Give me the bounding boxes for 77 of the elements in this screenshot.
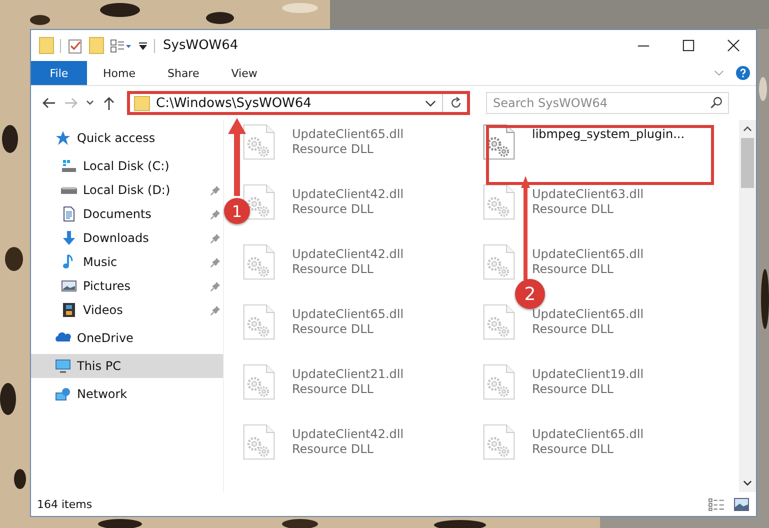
- caret-icon[interactable]: [425, 100, 436, 106]
- sidebar-item[interactable]: Local Disk (D:): [31, 178, 223, 202]
- sidebar-item[interactable]: OneDrive: [31, 326, 223, 350]
- sidebar-item[interactable]: This PC: [31, 354, 223, 378]
- item-count: 164 items: [37, 498, 92, 510]
- file-type: Resource DLL: [292, 322, 374, 337]
- pin-icon[interactable]: [210, 232, 221, 244]
- download-arrow-icon: [61, 230, 77, 246]
- refresh-icon[interactable]: [449, 96, 463, 110]
- help-icon[interactable]: [736, 66, 750, 80]
- file-name[interactable]: UpdateClient65.dll: [532, 247, 644, 262]
- network-icon: [55, 386, 71, 402]
- file-name[interactable]: UpdateClient65.dll: [532, 427, 644, 442]
- folder-icon: [134, 96, 150, 110]
- sidebar-item[interactable]: Downloads: [31, 226, 223, 250]
- address-text: C:\Windows\SysWOW64: [156, 96, 312, 110]
- sidebar-item[interactable]: Quick access: [31, 126, 223, 150]
- file-type: Resource DLL: [532, 382, 614, 397]
- file-name[interactable]: UpdateClient42.dll: [292, 427, 404, 442]
- file-type: Resource DLL: [292, 202, 374, 217]
- details-view-icon[interactable]: [708, 498, 725, 510]
- star-icon: [55, 130, 71, 146]
- file-type: Resource DLL: [292, 262, 374, 277]
- file-name[interactable]: UpdateClient65.dll: [292, 127, 404, 142]
- sidebar-item[interactable]: Pictures: [31, 274, 223, 298]
- drive-icon: [61, 158, 77, 174]
- dropdown-icon[interactable]: [138, 40, 148, 50]
- scroll-down-icon[interactable]: [743, 480, 752, 486]
- sidebar-item[interactable]: Network: [31, 382, 223, 406]
- file-type: Resource DLL: [532, 322, 614, 337]
- drive-icon: [61, 186, 77, 194]
- search-icon[interactable]: [710, 96, 723, 109]
- ribbon-tab[interactable]: Home: [87, 61, 152, 85]
- search-field[interactable]: Search SysWOW64: [486, 92, 729, 114]
- pin-icon[interactable]: [210, 304, 221, 316]
- file-name[interactable]: UpdateClient63.dll: [532, 187, 644, 202]
- sidebar-item[interactable]: Documents: [31, 202, 223, 226]
- file-name[interactable]: UpdateClient21.dll: [292, 367, 404, 382]
- checklist-icon[interactable]: [67, 38, 83, 54]
- file-name[interactable]: UpdateClient19.dll: [532, 367, 644, 382]
- properties-icon[interactable]: [110, 38, 132, 54]
- sidebar-item[interactable]: Videos: [31, 298, 223, 322]
- pin-icon[interactable]: [210, 256, 221, 268]
- maximize-icon[interactable]: [682, 39, 695, 52]
- window-title: SysWOW64: [163, 38, 238, 53]
- file-type: Resource DLL: [532, 442, 614, 457]
- document-icon: [61, 206, 77, 222]
- file-name[interactable]: libmpeg_system_plugin...: [532, 127, 685, 142]
- scrollbar-thumb[interactable]: [741, 138, 754, 188]
- recent-caret-icon[interactable]: [85, 100, 95, 106]
- sidebar-item[interactable]: Music: [31, 250, 223, 274]
- minimize-icon[interactable]: [637, 44, 650, 46]
- gear-file-icon[interactable]: [482, 184, 516, 220]
- film-icon: [61, 302, 77, 318]
- file-name[interactable]: UpdateClient65.dll: [532, 307, 644, 322]
- file-name[interactable]: UpdateClient42.dll: [292, 247, 404, 262]
- pin-icon[interactable]: [210, 208, 221, 220]
- close-icon[interactable]: [727, 39, 740, 52]
- picture-icon: [61, 278, 77, 294]
- address-field[interactable]: C:\Windows\SysWOW64: [127, 91, 470, 115]
- file-name[interactable]: UpdateClient42.dll: [292, 187, 404, 202]
- file-name[interactable]: UpdateClient65.dll: [292, 307, 404, 322]
- scroll-up-icon[interactable]: [743, 126, 752, 132]
- file-type: Resource DLL: [292, 442, 374, 457]
- ribbon-tab[interactable]: View: [215, 61, 274, 85]
- pin-icon[interactable]: [210, 184, 221, 196]
- ribbon-tab[interactable]: Share: [151, 61, 216, 85]
- pin-icon[interactable]: [210, 280, 221, 292]
- file-type: Resource DLL: [532, 262, 614, 277]
- ribbon-tab[interactable]: File: [31, 61, 87, 85]
- file-type: Resource DLL: [292, 382, 374, 397]
- monitor-icon: [55, 358, 71, 374]
- file-type: Resource DLL: [292, 142, 374, 157]
- thumbnail-view-icon[interactable]: [733, 498, 750, 510]
- expand-ribbon-icon[interactable]: [714, 70, 724, 76]
- sidebar-item[interactable]: Local Disk (C:): [31, 154, 223, 178]
- file-type: Resource DLL: [532, 202, 614, 217]
